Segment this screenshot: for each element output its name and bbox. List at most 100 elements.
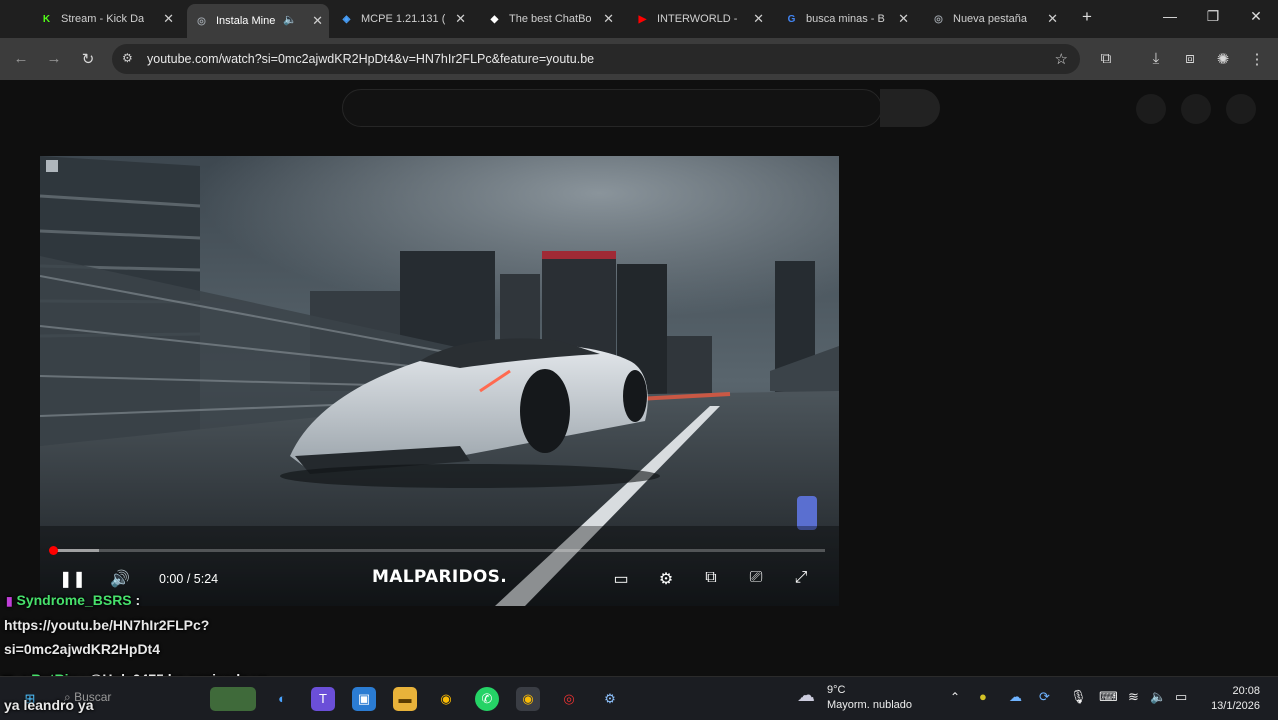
mcpe-icon: ◈ <box>342 13 351 25</box>
tab-title: The best ChatBo <box>509 13 592 25</box>
speaker-icon[interactable]: 🔈 <box>1150 689 1166 705</box>
tray-cloud-icon[interactable]: ☁ <box>1009 689 1022 705</box>
tab-title: Stream - Kick Da <box>61 13 145 25</box>
clock-time: 20:08 <box>1232 685 1260 697</box>
create-button[interactable] <box>1136 94 1166 124</box>
youtube-icon: ▶ <box>638 13 647 25</box>
tray-app-icon[interactable]: ● <box>979 689 987 704</box>
chat-message-text: https://youtu.be/HN7hIr2FLPc? <box>4 617 210 633</box>
tab-title: Nueva pestaña <box>953 13 1027 25</box>
clock-date: 13/1/2026 <box>1211 700 1260 712</box>
tab-close-icon[interactable]: ✕ <box>312 13 323 29</box>
pause-button[interactable]: ❚❚ <box>59 569 86 589</box>
keyboard-icon[interactable]: ⌨ <box>1099 689 1118 705</box>
search-highlight-image[interactable] <box>210 687 256 711</box>
youtube-search-input[interactable] <box>342 89 882 127</box>
browser-tab-strip: K Stream - Kick Da ✕ ◎ Instala Mine 🔈 ✕ … <box>0 0 1278 38</box>
tab-close-icon[interactable]: ✕ <box>898 11 909 27</box>
tray-sync-icon[interactable]: ⟳ <box>1039 689 1050 705</box>
store-icon[interactable]: ▣ <box>352 687 376 711</box>
close-window-button[interactable]: ✕ <box>1241 8 1271 25</box>
tab-busca-minas[interactable]: G busca minas - B ✕ <box>785 6 915 32</box>
tab-title: MCPE 1.21.131 ( <box>361 13 446 25</box>
new-tab-button[interactable]: + <box>1072 7 1102 27</box>
whatsapp-icon[interactable]: ✆ <box>475 687 499 711</box>
subtitles-icon[interactable]: ▭ <box>609 569 633 589</box>
tab-close-icon[interactable]: ✕ <box>603 11 614 27</box>
teams-icon[interactable]: T <box>311 687 335 711</box>
video-frame-image <box>40 156 839 606</box>
volume-icon[interactable]: 🔊 <box>108 569 132 589</box>
fullscreen-icon[interactable]: ⤢ <box>789 569 813 587</box>
chrome-icon[interactable]: ◉ <box>434 687 458 711</box>
weather-cloud-icon[interactable]: ☁ <box>797 685 815 706</box>
tab-close-icon[interactable]: ✕ <box>1047 11 1058 27</box>
progress-bar[interactable] <box>53 549 825 552</box>
recording-app-icon[interactable]: ◎ <box>557 687 581 711</box>
tab-mcpe[interactable]: ◈ MCPE 1.21.131 ( ✕ <box>340 6 472 32</box>
tab-close-icon[interactable]: ✕ <box>753 11 764 27</box>
clock[interactable]: 20:08 13/1/2026 <box>1211 684 1260 714</box>
account-avatar[interactable] <box>1226 94 1256 124</box>
weather-widget[interactable]: 9°C Mayorm. nublado <box>827 683 912 713</box>
youtube-search-button[interactable] <box>880 89 940 127</box>
current-time: 0:00 <box>159 572 184 586</box>
badge-icon: ▮ <box>6 594 13 608</box>
time-display: 0:00 / 5:24 <box>159 572 219 586</box>
minimize-button[interactable]: — <box>1155 8 1185 24</box>
cast-icon[interactable]: ⎚ <box>744 569 768 587</box>
tab-interworld[interactable]: ▶ INTERWORLD - ✕ <box>636 6 770 32</box>
chat-message: ▮ Syndrome_BSRS : <box>6 592 140 608</box>
chatbot-icon: ◆ <box>490 13 499 25</box>
extensions-icon[interactable]: ⧉ <box>1095 50 1117 67</box>
progress-buffered <box>53 549 100 552</box>
restore-button[interactable]: ❐ <box>1198 8 1228 25</box>
forward-button[interactable]: → <box>44 50 64 67</box>
chat-separator: : <box>131 592 141 608</box>
tab-title: INTERWORLD - <box>657 13 738 25</box>
tab-close-icon[interactable]: ✕ <box>163 11 174 27</box>
url-text: youtube.com/watch?si=0mc2ajwdKR2HpDt4&v=… <box>147 52 595 66</box>
chat-message-text: ya leandro ya <box>4 697 94 713</box>
edge-icon[interactable]: ◐ <box>270 687 294 711</box>
settings-gear-icon[interactable]: ⚙ <box>654 569 678 589</box>
profile-avatar-icon[interactable]: ✺ <box>1212 50 1234 68</box>
reload-button[interactable]: ↻ <box>78 50 98 68</box>
tab-nueva-pestana[interactable]: ◎ Nueva pestaña ✕ <box>932 6 1064 32</box>
kick-icon: K <box>42 13 51 25</box>
miniplayer-icon[interactable]: ⧉ <box>699 569 723 587</box>
tab-instala-mine[interactable]: ◎ Instala Mine 🔈 ✕ <box>187 4 329 38</box>
tray-expand-icon[interactable]: ⌃ <box>950 690 960 704</box>
file-explorer-icon[interactable]: ▬ <box>393 687 417 711</box>
address-bar[interactable]: ⚙ youtube.com/watch?si=0mc2ajwdKR2HpDt4&… <box>112 44 1080 74</box>
browser-toolbar: ← → ↻ ⚙ youtube.com/watch?si=0mc2ajwdKR2… <box>0 38 1278 80</box>
steam-icon[interactable]: ⚙ <box>598 687 622 711</box>
video-caption: MALPARIDOS. <box>372 567 507 587</box>
weather-desc: Mayorm. nublado <box>827 699 912 711</box>
globe-icon: ◎ <box>197 15 206 27</box>
notifications-button[interactable] <box>1181 94 1211 124</box>
chrome-active-icon[interactable]: ◉ <box>516 687 540 711</box>
tab-title: busca minas - B <box>806 13 885 25</box>
download-icon[interactable]: ⤓ <box>1145 50 1167 67</box>
video-player[interactable]: MALPARIDOS. ❚❚ 🔊 0:00 / 5:24 ▭ ⚙ ⧉ ⎚ ⤢ <box>40 156 839 606</box>
tab-audio-muted-icon[interactable]: 🔈 <box>283 13 297 26</box>
tab-chatbot[interactable]: ◆ The best ChatBo ✕ <box>488 6 620 32</box>
battery-icon[interactable]: ▭ <box>1175 689 1187 705</box>
duration: 5:24 <box>193 572 219 586</box>
back-button[interactable]: ← <box>11 50 31 67</box>
tab-title: Instala Mine <box>216 15 276 27</box>
tab-stream-kick[interactable]: K Stream - Kick Da ✕ <box>40 6 180 32</box>
weather-temp: 9°C <box>827 684 846 696</box>
tab-close-icon[interactable]: ✕ <box>455 11 466 27</box>
globe-icon: ◎ <box>934 13 943 25</box>
bookmark-star-icon[interactable]: ☆ <box>1055 50 1068 68</box>
menu-kebab-icon[interactable]: ⋮ <box>1246 50 1268 68</box>
windows-taskbar: ⊞ ⌕ Buscar ◐ T ▣ ▬ ◉ ✆ ◉ ◎ ⚙ ☁ 9°C Mayor… <box>0 676 1278 720</box>
site-info-icon[interactable]: ⚙ <box>122 51 133 65</box>
progress-scrubber[interactable] <box>49 546 58 555</box>
wifi-icon[interactable]: ≋ <box>1128 689 1139 705</box>
extension-puzzle-icon[interactable]: ⧈ <box>1179 50 1201 67</box>
chat-message-text: si=0mc2ajwdKR2HpDt4 <box>4 641 161 657</box>
microphone-icon[interactable]: 🎙 <box>1070 689 1087 705</box>
